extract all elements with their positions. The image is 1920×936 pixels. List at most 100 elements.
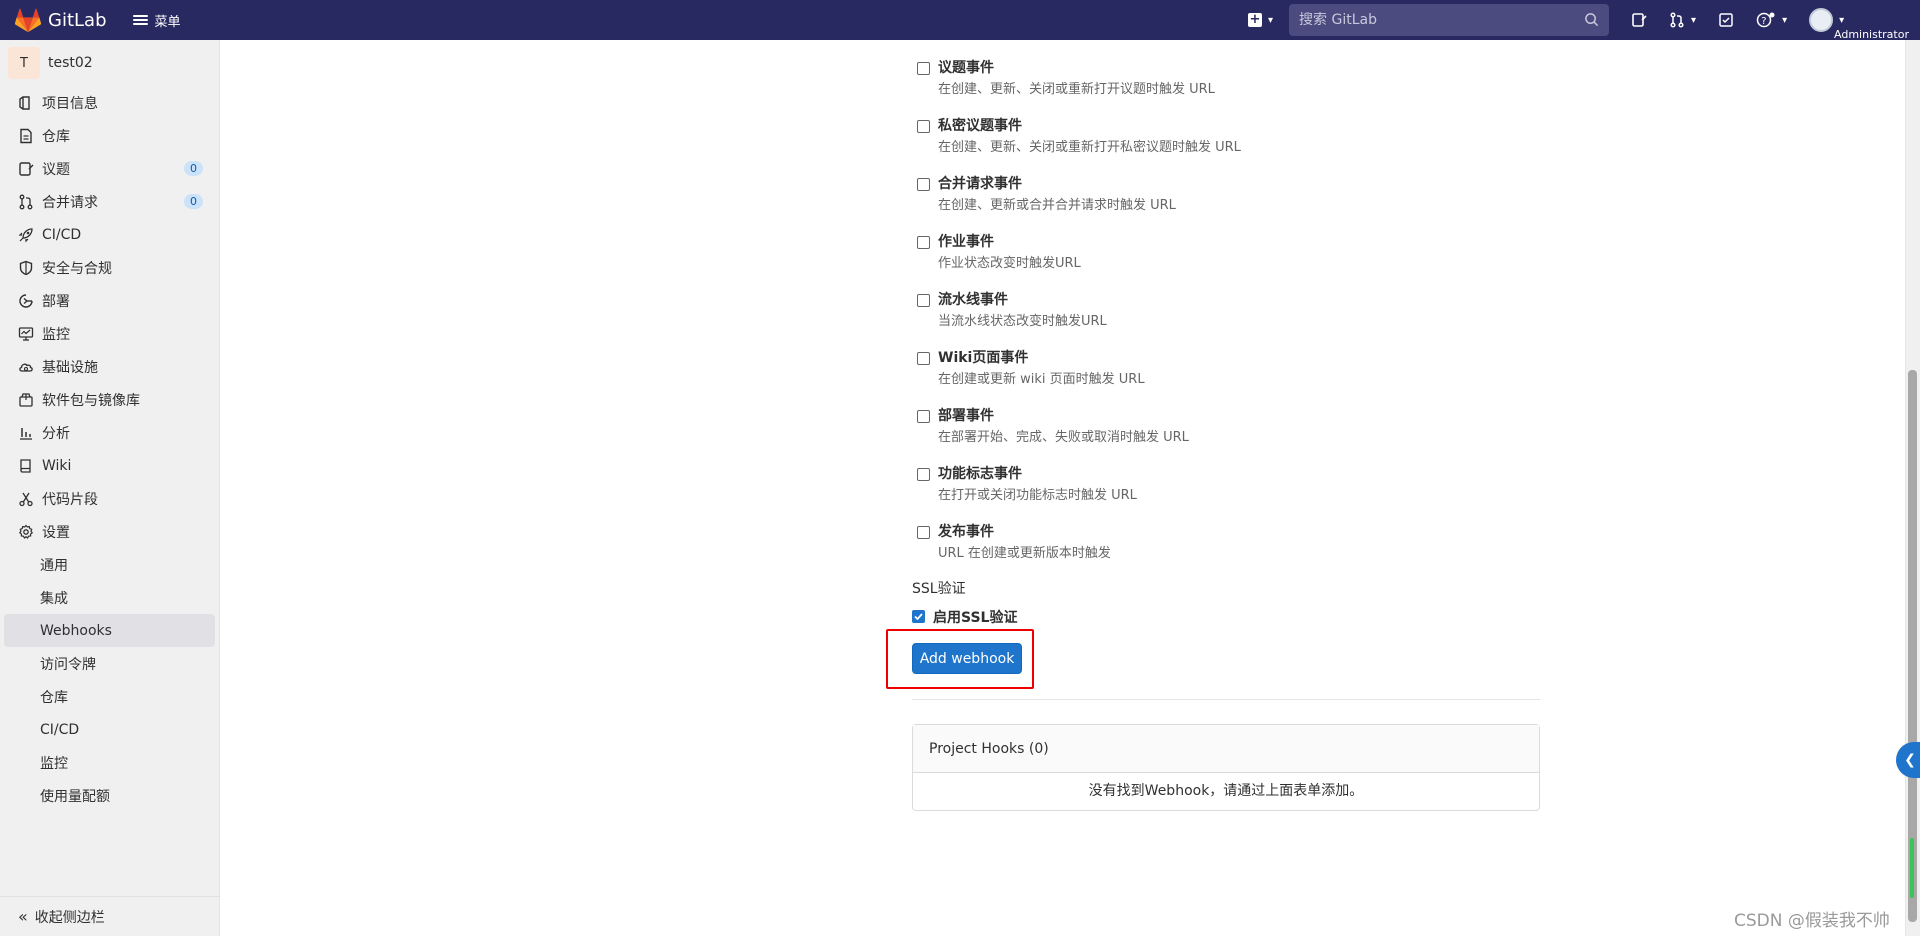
checkbox[interactable] (917, 120, 930, 133)
plus-square-icon: + (1248, 12, 1262, 27)
sidebar-item-security[interactable]: 安全与合规 (0, 251, 219, 284)
checkbox[interactable] (917, 410, 930, 423)
menu-button[interactable]: 菜单 (132, 11, 181, 30)
sidebar-item-label: 项目信息 (42, 95, 98, 112)
sidebar-sub-webhooks[interactable]: Webhooks (4, 614, 215, 647)
sidebar-sub-usage-quotas[interactable]: 使用量配额 (0, 779, 219, 812)
event-description: 在创建、更新或合并合并请求时触发 URL (938, 198, 1176, 213)
event-title: 部署事件 (938, 408, 994, 424)
checkbox[interactable] (917, 352, 930, 365)
monitor-icon (18, 326, 34, 341)
sidebar-item-project-info[interactable]: 项目信息 (0, 86, 219, 119)
sidebar-item-label: 安全与合规 (42, 260, 112, 277)
sidebar-item-label: 设置 (42, 524, 70, 541)
checkbox[interactable] (917, 294, 930, 307)
project-header[interactable]: T test02 (0, 40, 219, 86)
chevron-left-icon: ❮ (1904, 752, 1916, 768)
gear-icon (18, 524, 34, 539)
empty-state-text: 没有找到Webhook，请通过上面表单添加。 (1088, 783, 1364, 799)
todos-nav[interactable] (1718, 12, 1734, 28)
deployments-icon (19, 293, 33, 308)
divider (912, 699, 1540, 700)
project-name: test02 (48, 55, 93, 71)
menu-label: 菜单 (154, 14, 181, 30)
sidebar: T test02 项目信息 仓库 议题 0 合并请求 0 CI/CD 安全与合规… (0, 40, 220, 936)
collapse-sidebar-button[interactable]: ‹‹ 收起侧边栏 (0, 896, 220, 936)
chart-icon (20, 427, 32, 440)
event-description: 在创建、更新、关闭或重新打开议题时触发 URL (938, 82, 1215, 97)
help-nav[interactable]: ? ▾ (1756, 11, 1787, 29)
event-description: 在打开或关闭功能标志时触发 URL (938, 488, 1137, 503)
sidebar-item-label: 议题 (42, 161, 70, 178)
event-description: 在创建或更新 wiki 页面时触发 URL (938, 372, 1145, 387)
event-title: 功能标志事件 (938, 466, 1022, 482)
count-badge: 0 (184, 161, 203, 176)
sidebar-sub-repository[interactable]: 仓库 (0, 680, 219, 713)
hamburger-icon (132, 13, 148, 27)
gitlab-logo[interactable]: GitLab (14, 7, 107, 33)
sidebar-item-repository[interactable]: 仓库 (0, 119, 219, 152)
issues-icon (19, 161, 34, 176)
merge-request-nav-icon (1670, 12, 1684, 28)
sidebar-sub-general[interactable]: 通用 (0, 548, 219, 581)
checkbox[interactable] (917, 236, 930, 249)
search-box (1289, 4, 1610, 36)
event-title: 合并请求事件 (938, 176, 1022, 192)
sidebar-item-label: 仓库 (42, 128, 70, 145)
sidebar-sub-monitor[interactable]: 监控 (0, 746, 219, 779)
issues-nav[interactable] (1631, 12, 1647, 28)
count-badge: 0 (184, 194, 203, 209)
navbar-right: + ▾ ▾ (1248, 0, 1844, 40)
sidebar-item-analytics[interactable]: 分析 (0, 416, 219, 449)
checkmark-icon (914, 613, 923, 621)
sidebar-sub-cicd[interactable]: CI/CD (0, 713, 219, 746)
add-webhook-button[interactable]: Add webhook (912, 643, 1022, 674)
sidebar-item-cicd[interactable]: CI/CD (0, 218, 219, 251)
sidebar-item-settings[interactable]: 设置 (0, 515, 219, 548)
sidebar-sub-access-tokens[interactable]: 访问令牌 (0, 647, 219, 680)
repository-icon (20, 128, 32, 143)
search-icon[interactable] (1584, 12, 1599, 27)
sidebar-item-merge-requests[interactable]: 合并请求 0 (0, 185, 219, 218)
checkbox[interactable] (917, 526, 930, 539)
event-title: 议题事件 (938, 60, 994, 76)
sidebar-item-wiki[interactable]: Wiki (0, 449, 219, 482)
checkbox[interactable] (917, 178, 930, 191)
sidebar-item-label: 代码片段 (42, 491, 98, 508)
event-description: 作业状态改变时触发URL (938, 256, 1081, 271)
event-description: URL 在创建或更新版本时触发 (938, 546, 1111, 561)
project-hooks-card: Project Hooks (0) 没有找到Webhook，请通过上面表单添加。 (912, 724, 1540, 811)
username-label: Administrator (1834, 28, 1909, 41)
sidebar-item-snippets[interactable]: 代码片段 (0, 482, 219, 515)
project-hooks-header: Project Hooks (0) (913, 725, 1539, 773)
rocket-icon (18, 227, 33, 242)
sidebar-item-deployments[interactable]: 部署 (0, 284, 219, 317)
avatar (1809, 8, 1834, 32)
expand-panel-button[interactable]: ❮ (1896, 742, 1920, 778)
gitlab-tanuki-icon (14, 8, 42, 33)
sidebar-sub-integrations[interactable]: 集成 (0, 581, 219, 614)
sidebar-item-label: CI/CD (42, 226, 82, 243)
new-dropdown[interactable]: + ▾ (1248, 13, 1273, 27)
sidebar-item-label: 合并请求 (42, 194, 98, 211)
event-title: 流水线事件 (938, 292, 1008, 308)
cloud-icon (19, 363, 33, 372)
merge-requests-nav[interactable]: ▾ (1669, 12, 1696, 28)
project-icon (19, 95, 30, 110)
chevron-down-icon: ▾ (1839, 14, 1845, 26)
collapse-sidebar-label: 收起侧边栏 (34, 909, 105, 926)
todo-icon (1719, 13, 1733, 27)
sidebar-item-issues[interactable]: 议题 0 (0, 152, 219, 185)
sidebar-item-monitor[interactable]: 监控 (0, 317, 219, 350)
sidebar-item-packages[interactable]: 软件包与镜像库 (0, 383, 219, 416)
checkbox[interactable] (917, 468, 930, 481)
ssl-checkbox[interactable] (912, 610, 925, 623)
search-input[interactable] (1299, 12, 1570, 28)
help-icon: ? (1756, 12, 1775, 28)
shield-icon (19, 260, 33, 275)
sidebar-item-infrastructure[interactable]: 基础设施 (0, 350, 219, 383)
event-description: 在创建、更新、关闭或重新打开私密议题时触发 URL (938, 140, 1241, 155)
issues-nav-icon (1632, 13, 1647, 27)
chevron-down-icon: ▾ (1268, 14, 1274, 26)
checkbox[interactable] (917, 62, 930, 75)
